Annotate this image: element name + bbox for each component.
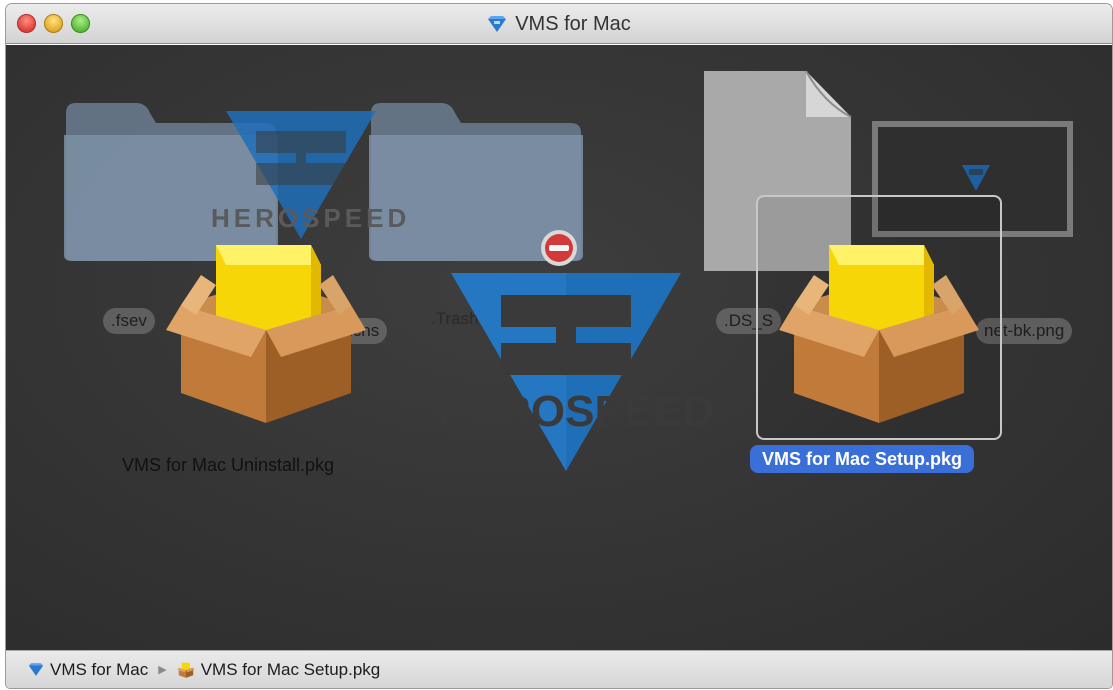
package-icon bbox=[177, 662, 195, 678]
setup-pkg-label[interactable]: VMS for Mac Setup.pkg bbox=[750, 445, 975, 473]
fseventsd-label: .fsev bbox=[103, 308, 155, 334]
herospeed-logo bbox=[451, 273, 681, 471]
chevron-right-icon: ▶ bbox=[158, 664, 167, 676]
path-crumb-volume[interactable]: VMS for Mac bbox=[28, 660, 148, 680]
herospeed-text-large: HEROSPEED bbox=[438, 387, 715, 436]
volume-icon bbox=[28, 663, 44, 676]
title-bar[interactable]: VMS for Mac bbox=[6, 4, 1112, 44]
no-entry-icon bbox=[541, 230, 577, 266]
path-crumb-volume-label: VMS for Mac bbox=[50, 659, 149, 679]
finder-window: VMS for Mac .fsev icns .Trashes .DS_S bbox=[6, 4, 1112, 688]
path-crumb-file-label: VMS for Mac Setup.pkg bbox=[200, 659, 381, 679]
package-icon[interactable] bbox=[774, 225, 984, 425]
path-crumb-file[interactable]: VMS for Mac Setup.pkg bbox=[177, 659, 381, 680]
window-title: VMS for Mac bbox=[6, 4, 1112, 44]
herospeed-logo bbox=[962, 165, 990, 191]
finder-content[interactable]: .fsev icns .Trashes .DS_S net-bk.png bbox=[6, 45, 1112, 650]
uninstall-pkg-label[interactable]: VMS for Mac Uninstall.pkg bbox=[122, 455, 334, 476]
window-title-text: VMS for Mac bbox=[515, 12, 631, 35]
package-icon[interactable] bbox=[161, 225, 371, 425]
volume-icon bbox=[488, 16, 507, 32]
path-bar: VMS for Mac ▶ VMS for Mac Setup.pkg bbox=[6, 650, 1112, 688]
